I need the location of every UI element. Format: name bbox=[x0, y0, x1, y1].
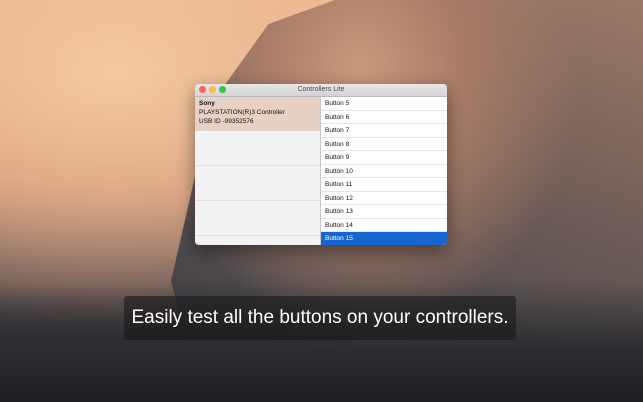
promo-caption: Easily test all the buttons on your cont… bbox=[124, 296, 516, 340]
button-row[interactable]: Button 14 bbox=[321, 219, 447, 232]
device-brand: Sony bbox=[199, 100, 215, 107]
device-item-empty bbox=[195, 166, 320, 201]
device-item-empty bbox=[195, 201, 320, 236]
button-row[interactable]: Button 12 bbox=[321, 192, 447, 205]
app-window: Controllers Lite Sony PLAYSTATION(R)3 Co… bbox=[195, 84, 447, 245]
device-item-empty bbox=[195, 131, 320, 166]
button-row[interactable]: Button 10 bbox=[321, 165, 447, 178]
button-list: Button 5 Button 6 Button 7 Button 8 Butt… bbox=[321, 97, 447, 245]
button-row[interactable]: Button 6 bbox=[321, 111, 447, 124]
button-row[interactable]: Button 5 bbox=[321, 97, 447, 111]
button-row[interactable]: Button 8 bbox=[321, 138, 447, 151]
button-row[interactable]: Button 11 bbox=[321, 178, 447, 192]
device-list: Sony PLAYSTATION(R)3 Controller USB ID -… bbox=[195, 97, 321, 245]
button-row[interactable]: Button 13 bbox=[321, 205, 447, 219]
button-row[interactable]: Button 7 bbox=[321, 124, 447, 138]
device-name: PLAYSTATION(R)3 Controller bbox=[199, 109, 285, 116]
button-row-selected[interactable]: Button 15 bbox=[321, 232, 447, 245]
titlebar[interactable]: Controllers Lite bbox=[195, 84, 447, 97]
button-row[interactable]: Button 9 bbox=[321, 151, 447, 165]
device-item-selected[interactable]: Sony PLAYSTATION(R)3 Controller USB ID -… bbox=[195, 97, 320, 131]
window-title: Controllers Lite bbox=[297, 86, 345, 93]
device-usb-id: USB ID -99352576 bbox=[199, 118, 254, 125]
